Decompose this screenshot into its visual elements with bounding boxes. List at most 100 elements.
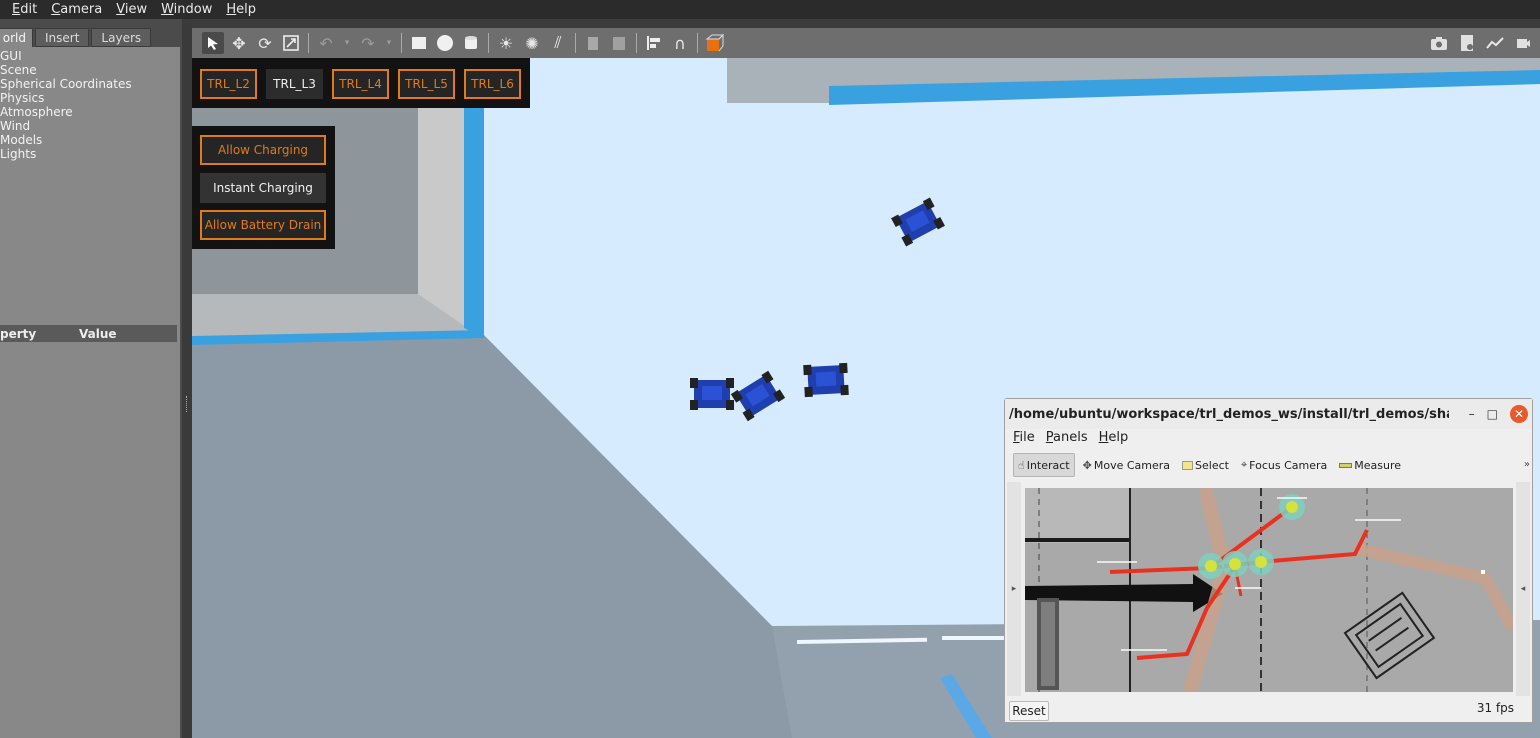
focus-camera-tool-label: Focus Camera	[1249, 458, 1328, 472]
level-button-trl-l4[interactable]: TRL_L4	[332, 69, 389, 99]
move-camera-tool[interactable]: ✥ Move Camera	[1079, 453, 1174, 477]
measure-tool[interactable]: Measure	[1335, 453, 1405, 477]
level-button-trl-l6[interactable]: TRL_L6	[464, 69, 521, 99]
close-button[interactable]: ✕	[1510, 405, 1528, 423]
plot-icon[interactable]	[1484, 32, 1506, 54]
minimize-button[interactable]: –	[1469, 407, 1475, 421]
move-camera-tool-label: Move Camera	[1093, 458, 1171, 472]
rviz-menu-file[interactable]: File	[1013, 430, 1035, 448]
level-selector: TRL_L2 TRL_L3 TRL_L4 TRL_L5 TRL_L6	[192, 58, 530, 108]
rotate-icon[interactable]: ⟳	[254, 32, 276, 54]
toolbar-separator	[636, 33, 637, 53]
property-column-header[interactable]: perty	[0, 327, 79, 341]
toolbar-separator	[401, 33, 402, 53]
reset-button[interactable]: Reset	[1009, 701, 1049, 721]
menu-view[interactable]: View	[116, 2, 147, 17]
snap-icon[interactable]: ∩	[669, 32, 691, 54]
splitter-grip[interactable]	[186, 396, 188, 412]
level-button-trl-l3[interactable]: TRL_L3	[266, 69, 323, 99]
right-dock-toggle[interactable]: ◂	[1516, 482, 1530, 696]
menu-edit[interactable]: Edit	[12, 2, 37, 17]
tree-item-models[interactable]: Models	[0, 133, 132, 147]
menu-camera[interactable]: Camera	[51, 2, 102, 17]
panel-splitter[interactable]	[182, 19, 192, 738]
left-wall-face	[418, 106, 464, 328]
toolbar-separator	[575, 33, 576, 53]
tree-item-gui[interactable]: GUI	[0, 49, 132, 63]
menu-help[interactable]: Help	[226, 2, 256, 17]
property-table-header: perty Value	[0, 325, 177, 342]
directional-light-icon[interactable]: ⫽	[547, 32, 569, 54]
tab-insert[interactable]: Insert	[35, 28, 90, 47]
world-tree: GUI Scene Spherical Coordinates Physics …	[0, 49, 132, 161]
redo-history-icon[interactable]: ▾	[383, 32, 395, 54]
undo-icon[interactable]: ↶	[315, 32, 337, 54]
select-tool-label: Select	[1195, 458, 1229, 472]
value-column-header[interactable]: Value	[79, 327, 117, 341]
rviz-render-view[interactable]	[1025, 488, 1513, 692]
focus-camera-icon: ⌖	[1240, 458, 1248, 471]
instant-charging-button[interactable]: Instant Charging	[200, 173, 326, 203]
left-panel: orld Insert Layers GUI Scene Spherical C…	[0, 19, 182, 738]
fps-readout: 31 fps	[1476, 701, 1514, 715]
rviz-menu-help[interactable]: Help	[1099, 430, 1129, 448]
view-angle-icon[interactable]	[704, 32, 726, 54]
rviz-toolbar: ☝ Interact ✥ Move Camera Select ⌖ Focus …	[1013, 451, 1529, 479]
point-light-icon[interactable]: ☀	[495, 32, 517, 54]
left-dock-toggle[interactable]: ▸	[1007, 482, 1021, 696]
level-button-trl-l5[interactable]: TRL_L5	[398, 69, 455, 99]
ruler-icon	[1339, 462, 1353, 468]
redo-icon[interactable]: ↷	[357, 32, 379, 54]
tree-item-scene[interactable]: Scene	[0, 63, 132, 77]
align-icon[interactable]	[643, 32, 665, 54]
box-icon[interactable]	[408, 32, 430, 54]
spot-light-icon[interactable]: ✺	[521, 32, 543, 54]
select-arrow-icon[interactable]	[202, 32, 224, 54]
toolbar-separator	[488, 33, 489, 53]
screenshot-icon[interactable]	[1428, 32, 1450, 54]
paste-icon[interactable]	[608, 32, 630, 54]
robot[interactable]	[690, 378, 734, 410]
tab-world[interactable]: orld	[0, 28, 33, 47]
hand-icon: ☝	[1018, 458, 1025, 472]
rviz-title-bar[interactable]: /home/ubuntu/workspace/trl_demos_ws/inst…	[1005, 399, 1532, 429]
tree-item-physics[interactable]: Physics	[0, 91, 132, 105]
level-button-trl-l2[interactable]: TRL_L2	[200, 69, 257, 99]
tab-layers[interactable]: Layers	[91, 28, 152, 47]
tree-item-wind[interactable]: Wind	[0, 119, 132, 133]
toolbar-separator	[308, 33, 309, 53]
toolbar-overflow-icon[interactable]: »	[1524, 459, 1530, 470]
translate-icon[interactable]: ✥	[228, 32, 250, 54]
floor-marking	[942, 636, 1012, 640]
left-wall-blue-edge	[464, 106, 484, 338]
focus-camera-tool[interactable]: ⌖ Focus Camera	[1237, 453, 1331, 477]
gazebo-window: Edit Camera View Window Help orld Insert…	[0, 0, 1540, 738]
select-box-icon	[1182, 460, 1194, 470]
allow-charging-button[interactable]: Allow Charging	[200, 135, 326, 165]
allow-battery-drain-button[interactable]: Allow Battery Drain	[200, 210, 326, 240]
rviz-menu-panels[interactable]: Panels	[1046, 430, 1088, 448]
toolbar-right	[1428, 28, 1534, 58]
tree-item-spherical-coordinates[interactable]: Spherical Coordinates	[0, 77, 132, 91]
tree-item-lights[interactable]: Lights	[0, 147, 132, 161]
select-tool[interactable]: Select	[1178, 453, 1233, 477]
video-record-icon[interactable]	[1512, 32, 1534, 54]
copy-icon[interactable]	[582, 32, 604, 54]
sphere-icon[interactable]	[434, 32, 456, 54]
left-panel-tabs: orld Insert Layers	[0, 28, 153, 47]
undo-history-icon[interactable]: ▾	[341, 32, 353, 54]
move-camera-icon: ✥	[1082, 458, 1092, 472]
toolbar-separator	[697, 33, 698, 53]
rviz-map	[1025, 488, 1513, 692]
measure-tool-label: Measure	[1354, 458, 1401, 472]
scale-icon[interactable]	[280, 32, 302, 54]
cylinder-icon[interactable]	[460, 32, 482, 54]
record-log-icon[interactable]	[1456, 32, 1478, 54]
menu-window[interactable]: Window	[161, 2, 212, 17]
toolbar: ✥ ⟳ ↶ ▾ ↷ ▾ ☀ ✺ ⫽ ∩	[192, 28, 1540, 58]
robot[interactable]	[803, 362, 849, 398]
tree-item-atmosphere[interactable]: Atmosphere	[0, 105, 132, 119]
interact-tool[interactable]: ☝ Interact	[1013, 453, 1075, 477]
rviz-window: /home/ubuntu/workspace/trl_demos_ws/inst…	[1004, 398, 1533, 723]
maximize-button[interactable]: □	[1487, 407, 1498, 421]
